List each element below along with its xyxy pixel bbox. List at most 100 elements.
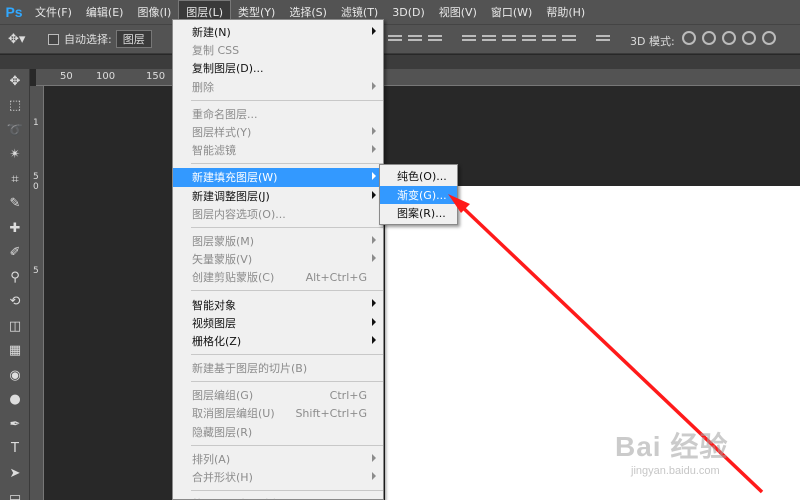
menu-item-label: 图层编组(G) <box>192 389 254 403</box>
pen-tool-icon[interactable]: ✒ <box>0 412 30 437</box>
menu-item-shortcut: Ctrl+G <box>329 388 367 402</box>
align-icons <box>388 31 610 45</box>
layer-menu-item[interactable]: 智能对象 <box>173 295 383 313</box>
document-canvas[interactable] <box>385 186 800 500</box>
lasso-tool-icon[interactable]: ➰ <box>0 118 30 143</box>
magic-wand-tool-icon[interactable]: ✴ <box>0 143 30 168</box>
distribute-middle-icon[interactable] <box>482 31 496 45</box>
auto-align-icon[interactable] <box>596 31 610 45</box>
menu-separator <box>191 290 383 292</box>
distribute-top-icon[interactable] <box>462 31 476 45</box>
submenu-arrow-icon <box>372 27 376 35</box>
layer-menu-item[interactable]: 矢量蒙版(V) <box>173 250 383 268</box>
layer-menu-item[interactable]: 图层蒙版(M) <box>173 232 383 250</box>
brush-tool-icon[interactable]: ✐ <box>0 241 30 266</box>
layer-menu-item[interactable]: 智能滤镜 <box>173 141 383 159</box>
menu-bar: Ps 文件(F) 编辑(E) 图像(I) 图层(L) 类型(Y) 选择(S) 滤镜(T) 3D… <box>0 0 800 24</box>
3d-slide-icon[interactable] <box>742 31 756 45</box>
marquee-tool-icon[interactable]: ⬚ <box>0 94 30 119</box>
menu-item-label: 新建填充图层(W) <box>192 171 278 185</box>
3d-rotate-icon[interactable] <box>682 31 696 45</box>
distribute-center-icon[interactable] <box>542 31 556 45</box>
dodge-tool-icon[interactable]: ● <box>0 388 30 413</box>
3d-roll-icon[interactable] <box>702 31 716 45</box>
baidu-watermark: Bai 经验 jingyan.baidu.com <box>615 425 735 495</box>
menu-item[interactable]: 编辑(E) <box>79 0 131 24</box>
auto-select-label: 自动选择: <box>64 33 112 46</box>
menu-separator <box>191 99 383 101</box>
menu-separator <box>191 354 383 355</box>
distribute-left-icon[interactable] <box>522 31 536 45</box>
gradient-tool-icon[interactable]: ▦ <box>0 339 30 364</box>
eraser-tool-icon[interactable]: ◫ <box>0 314 30 339</box>
fill-submenu-item[interactable]: 纯色(O)... <box>380 167 457 186</box>
layer-menu-item[interactable]: 删除 <box>173 78 383 96</box>
align-middle-icon[interactable] <box>408 31 422 45</box>
menu-item-label: 图层蒙版(M) <box>192 234 255 248</box>
menu-item[interactable]: 视图(V) <box>432 0 484 24</box>
healing-brush-tool-icon[interactable]: ✚ <box>0 216 30 241</box>
submenu-arrow-icon <box>372 335 376 344</box>
menu-item-shortcut: Shift+Ctrl+G <box>295 406 367 420</box>
layer-menu-item[interactable]: 创建剪贴蒙版(C) Alt+Ctrl+G <box>173 268 383 286</box>
layer-menu-item[interactable]: 复制图层(D)... <box>173 59 383 77</box>
distribute-bottom-icon[interactable] <box>502 31 516 45</box>
layer-menu-item[interactable]: 图层编组(G) Ctrl+G <box>173 386 383 404</box>
menu-item-label: 矢量蒙版(V) <box>192 253 253 267</box>
layer-menu-item[interactable]: 新建填充图层(W) <box>173 168 383 187</box>
crop-tool-icon[interactable]: ⌗ <box>0 167 30 192</box>
document-tab-strip <box>0 55 800 69</box>
menu-item-label: 复制图层(D)... <box>192 62 264 76</box>
3d-drag-icon[interactable] <box>722 31 736 45</box>
layer-menu-item[interactable]: 图层样式(Y) <box>173 123 383 141</box>
history-brush-tool-icon[interactable]: ⟲ <box>0 290 30 315</box>
layer-menu-item[interactable]: 将图层与选区对齐(I) <box>173 495 383 500</box>
rectangle-tool-icon[interactable]: ▭ <box>0 486 30 500</box>
layer-menu-item[interactable]: 图层内容选项(O)... <box>173 205 383 223</box>
blur-tool-icon[interactable]: ◉ <box>0 363 30 388</box>
3d-scale-icon[interactable] <box>762 31 776 45</box>
layer-menu-item[interactable]: 取消图层编组(U) Shift+Ctrl+G <box>173 404 383 422</box>
fill-submenu-item[interactable]: 渐变(G)... <box>380 185 457 204</box>
menu-separator <box>191 381 383 383</box>
fill-submenu-item[interactable]: 图案(R)... <box>380 204 457 223</box>
menu-item[interactable]: 窗口(W) <box>484 0 539 24</box>
path-selection-tool-icon[interactable]: ➤ <box>0 461 30 486</box>
layer-menu-item[interactable]: 重命名图层... <box>173 105 383 123</box>
layer-menu-item[interactable]: 排列(A) <box>173 450 383 468</box>
distribute-right-icon[interactable] <box>562 31 576 45</box>
horizontal-ruler: 50 100 150 <box>36 69 800 86</box>
menu-item[interactable]: 3D(D) <box>385 0 432 24</box>
menu-item-label: 新建调整图层(J) <box>192 189 270 203</box>
menu-item[interactable]: 帮助(H) <box>539 0 592 24</box>
ruler-tick-label: 50 <box>60 71 73 82</box>
menu-item-label: 取消图层编组(U) <box>192 407 275 421</box>
eyedropper-tool-icon[interactable]: ✎ <box>0 192 30 217</box>
menu-item-label: 栅格化(Z) <box>192 334 242 348</box>
photoshop-logo: Ps <box>5 4 23 20</box>
menu-item-label: 新建(N) <box>192 26 231 40</box>
layer-menu-item[interactable]: 合并形状(H) <box>173 468 383 486</box>
auto-select-dropdown[interactable]: 图层 <box>115 30 152 48</box>
layer-menu-item[interactable]: 复制 CSS <box>173 41 383 59</box>
menu-item-label: 智能滤镜 <box>192 144 236 158</box>
move-tool-icon[interactable]: ✥ <box>0 69 30 94</box>
type-tool-icon[interactable]: T <box>0 437 30 462</box>
align-top-icon[interactable] <box>388 31 402 45</box>
clone-stamp-tool-icon[interactable]: ⚲ <box>0 265 30 290</box>
layer-menu-item[interactable]: 栅格化(Z) <box>173 332 383 350</box>
align-bottom-icon[interactable] <box>428 31 442 45</box>
layer-menu-item[interactable]: 新建(N) <box>173 23 383 41</box>
layer-menu-item[interactable]: 新建基于图层的切片(B) <box>173 359 383 377</box>
menu-item[interactable]: 文件(F) <box>28 0 79 24</box>
layer-menu-item[interactable]: 隐藏图层(R) <box>173 423 383 441</box>
move-tool-preset-icon[interactable]: ✥▾ <box>8 32 42 47</box>
menu-item-label: 图层内容选项(O)... <box>192 207 286 221</box>
menu-item-label: 视频图层 <box>192 316 236 330</box>
layer-menu-item[interactable]: 视频图层 <box>173 314 383 332</box>
auto-select-checkbox[interactable] <box>48 33 59 45</box>
3d-mode-label: 3D 模式: <box>630 35 675 48</box>
layer-menu-item[interactable]: 新建调整图层(J) <box>173 187 383 205</box>
submenu-arrow-icon <box>372 235 376 244</box>
options-bar: ✥▾ 自动选择: 图层 3D 模式: <box>0 24 800 54</box>
